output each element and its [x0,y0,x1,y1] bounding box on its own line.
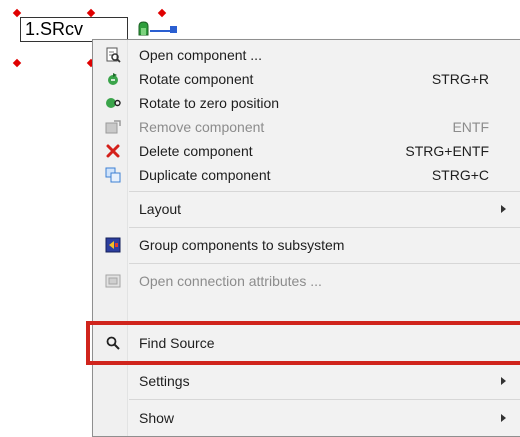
delete-x-icon [106,144,120,158]
menu-item-settings[interactable]: Settings [93,369,520,393]
menu-item-rotate-zero[interactable]: Rotate to zero position [93,91,520,115]
menu-item-shortcut: ENTF [452,119,489,135]
menu-item-rotate-component[interactable]: Rotate component STRG+R [93,67,520,91]
menu-item-duplicate-component[interactable]: Duplicate component STRG+C [93,163,520,187]
menu-item-label: Show [139,410,175,426]
selection-handle[interactable] [12,8,22,18]
menu-item-show[interactable]: Show [93,406,520,430]
menu-item-label: Group components to subsystem [139,237,345,253]
duplicate-icon [105,167,121,183]
menu-separator [129,263,520,264]
menu-item-label: Open component ... [139,47,262,63]
connection-attributes-icon [105,274,121,288]
menu-item-label: Layout [139,201,182,217]
menu-item-label: Rotate component [139,71,254,87]
menu-item-label: Delete component [139,143,253,159]
remove-icon [105,120,121,134]
selection-handle[interactable] [12,58,22,68]
menu-separator [129,191,520,192]
menu-item-group-subsystem[interactable]: Group components to subsystem [93,233,520,257]
component-port-connector[interactable] [170,26,177,33]
menu-item-shortcut: STRG+R [431,71,489,87]
submenu-arrow-icon [501,414,506,422]
submenu-arrow-icon [501,377,506,385]
menu-separator [129,227,520,228]
open-document-icon [106,47,121,63]
menu-item-label: Remove component [139,119,265,135]
rotate-zero-icon [106,98,121,108]
menu-item-label: Open connection attributes ... [139,273,322,289]
menu-item-delete-component[interactable]: Delete component STRG+ENTF [93,139,520,163]
menu-item-open-component[interactable]: Open component ... [93,43,520,67]
menu-item-shortcut: STRG+ENTF [405,143,489,159]
component-port-line [150,30,172,32]
selection-handle[interactable] [157,8,167,18]
context-menu: Open component ... Rotate component STRG… [92,39,520,437]
menu-item-label: Settings [139,373,190,389]
menu-item-layout[interactable]: Layout [93,197,520,221]
menu-separator [129,399,520,400]
highlight-annotation-box [86,321,520,365]
submenu-arrow-icon [501,205,506,213]
menu-item-remove-component[interactable]: Remove component ENTF [93,115,520,139]
component-label: 1.SRcv [25,19,84,39]
selection-handle[interactable] [86,8,96,18]
component-symbol-icon [138,21,149,36]
group-subsystem-icon [105,237,121,253]
menu-item-label: Duplicate component [139,167,271,183]
menu-item-open-connection-attributes[interactable]: Open connection attributes ... [93,269,520,293]
rotate-icon [108,73,118,85]
menu-item-shortcut: STRG+C [431,167,489,183]
menu-item-label: Rotate to zero position [139,95,280,111]
